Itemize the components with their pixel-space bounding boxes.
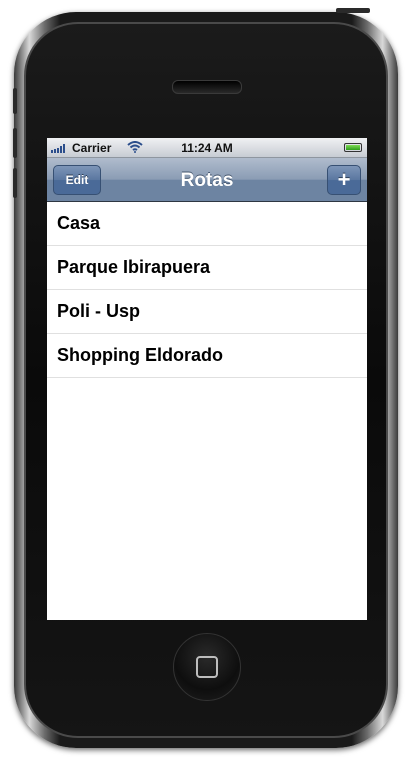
list-item[interactable]: Casa (47, 202, 367, 246)
battery-level (346, 145, 360, 150)
nav-title: Rotas (180, 170, 234, 191)
status-time: 11:24 AM (181, 141, 233, 155)
home-square-icon (196, 656, 218, 678)
status-bar: Carrier 11:24 AM (47, 138, 367, 158)
routes-list: Casa Parque Ibirapuera Poli - Usp Shoppi… (47, 202, 367, 378)
screen: Carrier 11:24 AM Edit Rotas + Casa Parqu… (47, 138, 367, 620)
list-item[interactable]: Poli - Usp (47, 290, 367, 334)
earpiece-speaker (172, 80, 242, 94)
volume-down-button (13, 168, 17, 198)
navigation-bar: Edit Rotas + (47, 158, 367, 202)
home-button[interactable] (173, 633, 241, 701)
volume-up-button (13, 128, 17, 158)
list-item[interactable]: Parque Ibirapuera (47, 246, 367, 290)
ringer-switch (13, 88, 17, 114)
list-item[interactable]: Shopping Eldorado (47, 334, 367, 378)
add-route-button[interactable]: + (327, 165, 361, 195)
sleep-button (336, 8, 370, 13)
battery-icon (344, 143, 362, 152)
